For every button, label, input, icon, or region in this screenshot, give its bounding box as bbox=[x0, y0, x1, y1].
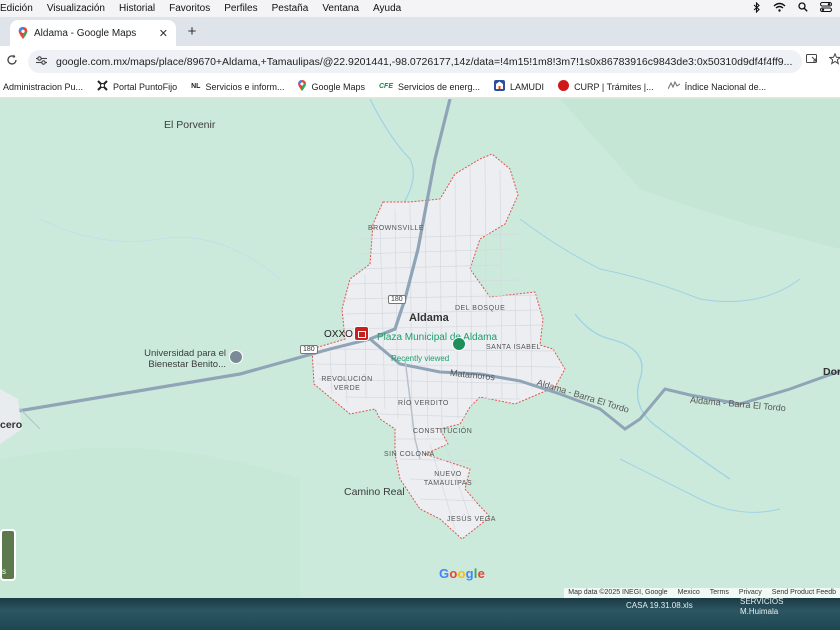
highway-shield-180: 180 bbox=[300, 345, 318, 354]
label-universidad[interactable]: Universidad para el Bienestar Benito... bbox=[136, 348, 226, 370]
bookmark-cfe[interactable]: CFE Servicios de energ... bbox=[379, 82, 480, 92]
tab-title: Aldama - Google Maps bbox=[34, 27, 137, 39]
menu-visualizacion[interactable]: Visualización bbox=[40, 3, 112, 14]
map-canvas[interactable]: El Porvenir BROWNSVILLE Aldama DEL BOSQU… bbox=[0, 99, 840, 598]
bookmark-label: Índice Nacional de... bbox=[684, 81, 767, 92]
bluetooth-icon[interactable] bbox=[753, 1, 761, 16]
bookmark-label: Administracion Pu... bbox=[3, 81, 84, 92]
menu-perfiles[interactable]: Perfiles bbox=[217, 3, 264, 14]
browser-toolbar: google.com.mx/maps/place/89670+Aldama,+T… bbox=[0, 46, 840, 76]
bookmark-star-icon[interactable] bbox=[828, 52, 840, 68]
reload-icon[interactable] bbox=[6, 54, 20, 68]
cfe-icon: CFE bbox=[379, 83, 393, 90]
map-attribution: Map data ©2025 INEGI, Google Mexico Term… bbox=[564, 588, 840, 598]
university-pin-icon[interactable] bbox=[229, 350, 243, 364]
bookmark-label: Google Maps bbox=[311, 81, 365, 92]
nl-icon: NL bbox=[191, 83, 201, 90]
address-bar[interactable]: google.com.mx/maps/place/89670+Aldama,+T… bbox=[28, 50, 802, 73]
puntofijo-icon bbox=[97, 80, 108, 93]
bookmark-servicios-inform[interactable]: NL Servicios e inform... bbox=[191, 82, 284, 92]
curp-icon bbox=[558, 80, 570, 93]
label-nuevo-tamaulipas[interactable]: NUEVO TAMAULIPAS bbox=[422, 470, 474, 488]
maps-pin-icon bbox=[298, 80, 307, 93]
menu-pestana[interactable]: Pestaña bbox=[265, 3, 316, 14]
desktop-file-servicios-sub[interactable]: M.Huimala bbox=[740, 607, 778, 616]
attribution-terms[interactable]: Terms bbox=[710, 589, 729, 597]
bookmark-label: LAMUDI bbox=[510, 81, 545, 92]
site-settings-icon[interactable] bbox=[36, 55, 50, 68]
google-logo: Google bbox=[439, 566, 486, 581]
bookmark-portal-puntofijo[interactable]: Portal PuntoFijo bbox=[97, 80, 177, 93]
menu-historial[interactable]: Historial bbox=[112, 3, 162, 14]
new-tab-button[interactable]: + bbox=[182, 22, 202, 42]
park-pin-icon[interactable] bbox=[452, 337, 466, 351]
label-recently-viewed: Recently viewed bbox=[391, 354, 450, 363]
install-app-icon[interactable] bbox=[806, 54, 818, 68]
inegi-icon bbox=[667, 80, 680, 92]
label-sin-colonia[interactable]: SIN COLONIA bbox=[384, 451, 435, 458]
bookmark-label: Portal PuntoFijo bbox=[113, 81, 178, 92]
layer-label: s bbox=[2, 567, 6, 576]
search-icon[interactable] bbox=[798, 2, 808, 15]
menubar-status-area bbox=[753, 0, 840, 17]
menu-edicion[interactable]: Edición bbox=[0, 3, 40, 14]
bookmark-google-maps[interactable]: Google Maps bbox=[298, 80, 365, 93]
wifi-icon[interactable] bbox=[773, 2, 786, 15]
maps-pin-icon bbox=[18, 27, 28, 39]
label-del-bosque[interactable]: DEL BOSQUE bbox=[455, 305, 505, 312]
label-rio-verdito[interactable]: RÍO VERDITO bbox=[398, 400, 449, 407]
tab-google-maps[interactable]: Aldama - Google Maps ✕ bbox=[10, 20, 176, 46]
bookmark-curp[interactable]: CURP | Trámites |... bbox=[558, 80, 654, 93]
bookmarks-bar: Administracion Pu... Portal PuntoFijo NL… bbox=[0, 76, 840, 98]
control-center-icon[interactable] bbox=[820, 2, 832, 15]
attribution-country[interactable]: Mexico bbox=[678, 589, 700, 597]
bookmark-administracion[interactable]: Administracion Pu... bbox=[3, 82, 83, 92]
label-cero[interactable]: cero bbox=[0, 419, 22, 431]
bookmark-indice-nacional[interactable]: Índice Nacional de... bbox=[667, 80, 767, 92]
label-aldama[interactable]: Aldama bbox=[409, 312, 449, 324]
desktop-background: CASA 19.31.08.xls SERVICIOS M.Huimala bbox=[0, 597, 840, 630]
tab-close-icon[interactable]: ✕ bbox=[159, 27, 168, 40]
menu-ventana[interactable]: Ventana bbox=[315, 3, 366, 14]
label-jesus-vega[interactable]: JESÚS VEGA bbox=[447, 516, 496, 523]
satellite-layer-toggle[interactable]: s bbox=[0, 529, 16, 581]
desktop-file-casa[interactable]: CASA 19.31.08.xls bbox=[626, 601, 693, 610]
label-dor[interactable]: Dor bbox=[823, 366, 840, 378]
label-camino-real[interactable]: Camino Real bbox=[344, 486, 405, 498]
bookmark-label: CURP | Trámites |... bbox=[574, 81, 654, 92]
lamudi-icon bbox=[494, 80, 506, 93]
label-brownsville[interactable]: BROWNSVILLE bbox=[368, 225, 424, 232]
tab-strip: Aldama - Google Maps ✕ + bbox=[0, 17, 840, 46]
label-el-porvenir[interactable]: El Porvenir bbox=[164, 119, 215, 131]
label-oxxo[interactable]: OXXO bbox=[324, 329, 353, 340]
menu-ayuda[interactable]: Ayuda bbox=[366, 3, 408, 14]
attribution-feedback[interactable]: Send Product Feedb bbox=[772, 589, 836, 597]
attribution-map-data: Map data ©2025 INEGI, Google bbox=[568, 589, 668, 596]
label-revolucion-verde[interactable]: REVOLUCIÓN VERDE bbox=[321, 375, 373, 393]
attribution-privacy[interactable]: Privacy bbox=[739, 589, 762, 597]
menu-favoritos[interactable]: Favoritos bbox=[162, 3, 217, 14]
map-graphics bbox=[0, 99, 840, 598]
url-text[interactable]: google.com.mx/maps/place/89670+Aldama,+T… bbox=[56, 56, 802, 68]
label-santa-isabel[interactable]: SANTA ISABEL bbox=[486, 344, 541, 351]
store-pin-icon[interactable] bbox=[354, 326, 369, 341]
bookmark-label: Servicios de energ... bbox=[398, 81, 481, 92]
bookmark-lamudi[interactable]: LAMUDI bbox=[494, 80, 544, 93]
label-constitucion[interactable]: CONSTITUCIÓN bbox=[413, 428, 472, 435]
label-plaza-municipal[interactable]: Plaza Municipal de Aldama bbox=[377, 332, 497, 343]
highway-shield-180: 180 bbox=[388, 295, 406, 304]
macos-menubar: Edición Visualización Historial Favorito… bbox=[0, 0, 840, 17]
bookmark-label: Servicios e inform... bbox=[205, 81, 285, 92]
desktop-file-servicios[interactable]: SERVICIOS bbox=[740, 597, 783, 606]
